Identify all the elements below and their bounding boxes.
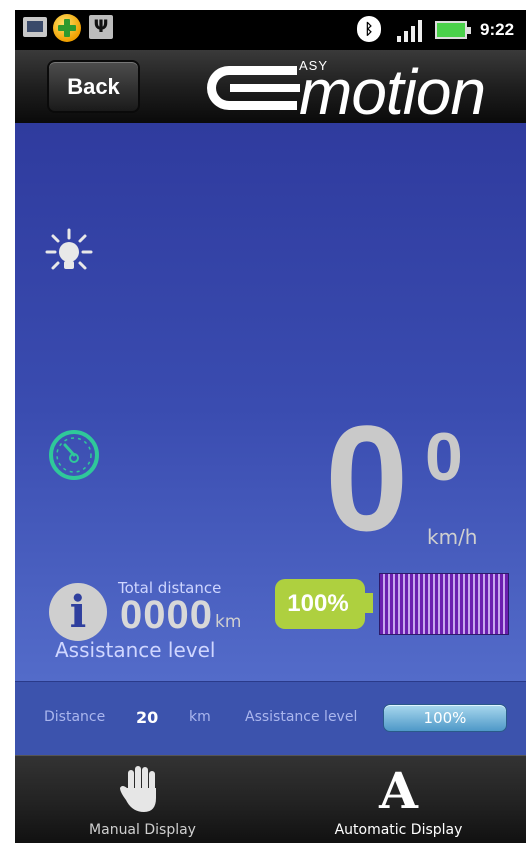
total-distance-value: 0000 xyxy=(120,593,213,637)
emotion-logo: ASY motion xyxy=(207,56,526,128)
back-button[interactable]: Back xyxy=(47,60,140,113)
assistance-level-bar-fill xyxy=(380,574,508,634)
bluetooth-icon: ᛒ xyxy=(357,16,381,42)
distance-setting-value[interactable]: 20 xyxy=(136,708,158,727)
plus-app-icon xyxy=(53,14,81,42)
automatic-display-tab[interactable]: A Automatic Display xyxy=(271,756,526,843)
assistance-level-button[interactable]: 100% xyxy=(383,704,507,732)
battery-level-badge: 100% xyxy=(275,579,365,629)
light-bulb-icon[interactable] xyxy=(45,228,93,276)
distance-setting-unit: km xyxy=(189,709,211,725)
automatic-display-label: Automatic Display xyxy=(334,822,463,838)
manual-display-tab[interactable]: Manual Display xyxy=(15,756,270,843)
assistance-level-title: Assistance level xyxy=(55,638,216,662)
usb-icon: Ψ xyxy=(89,15,113,39)
speed-value: 0 xyxy=(325,394,409,562)
manual-display-label: Manual Display xyxy=(89,822,196,838)
assistance-level-bar xyxy=(379,573,509,635)
hand-icon xyxy=(120,766,156,812)
distance-setting-label: Distance xyxy=(44,709,106,725)
speedometer-icon xyxy=(49,430,99,480)
total-distance-unit: km xyxy=(215,612,242,632)
signal-icon xyxy=(397,18,427,42)
app-header: Back ASY motion xyxy=(15,50,526,128)
assistance-setting-label: Assistance level xyxy=(245,709,358,725)
battery-level-text: 100% xyxy=(287,590,349,617)
dashboard: 0 0 km/h i Total distance 0000 km 100% A… xyxy=(15,123,526,755)
speed-decimal-value: 0 xyxy=(425,419,463,495)
battery-badge-nub xyxy=(365,593,373,613)
assistance-level-button-label: 100% xyxy=(423,709,467,727)
status-bar: Ψ ᛒ 9:22 xyxy=(15,10,526,50)
phone-screen: Ψ ᛒ 9:22 Back ASY motion 0 0 km/h i Tota… xyxy=(15,10,526,843)
logo-motion-text: motion xyxy=(299,56,486,128)
status-time: 9:22 xyxy=(480,20,515,39)
back-button-label: Back xyxy=(67,74,120,99)
speed-unit: km/h xyxy=(427,525,478,549)
bottom-nav: Manual Display A Automatic Display xyxy=(15,755,526,843)
info-icon[interactable]: i xyxy=(49,583,107,641)
battery-charging-icon xyxy=(435,21,471,39)
info-icon-glyph: i xyxy=(69,587,87,638)
logo-e-mark xyxy=(207,66,300,110)
settings-bar: Distance 20 km Assistance level 100% xyxy=(15,681,526,755)
automatic-a-icon: A xyxy=(379,761,418,820)
mail-icon xyxy=(23,17,47,37)
